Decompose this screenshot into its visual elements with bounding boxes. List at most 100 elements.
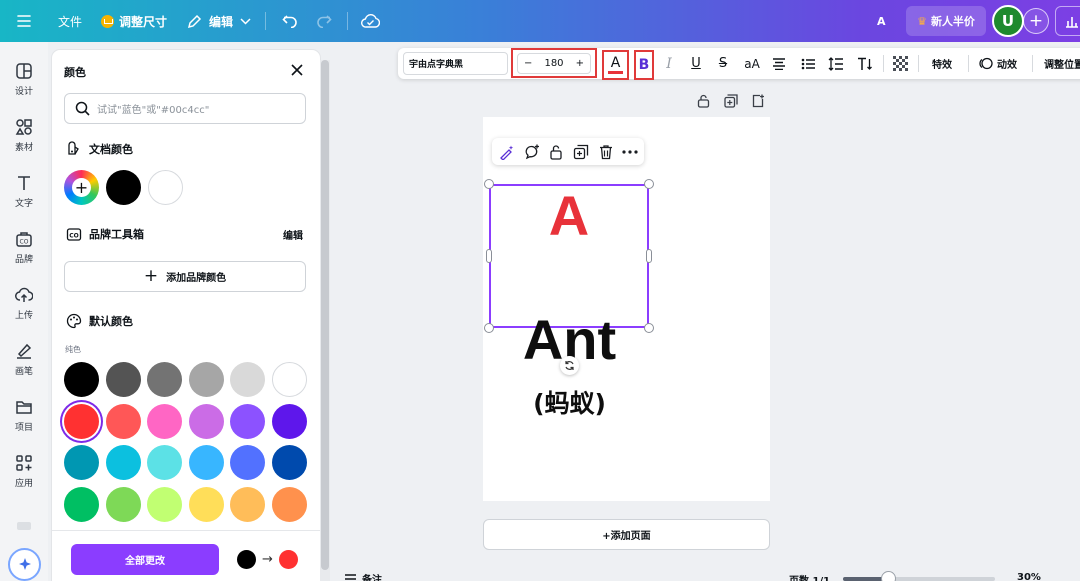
redo-icon[interactable]	[316, 0, 332, 42]
effects-button[interactable]: 特效	[932, 48, 952, 79]
zoom-level[interactable]: 30%	[1017, 572, 1041, 581]
zoom-slider[interactable]	[843, 571, 995, 581]
page-counter[interactable]: 页数 1/1	[789, 572, 830, 581]
rail-item-text[interactable]: 文字	[0, 170, 48, 222]
lock-icon[interactable]	[547, 143, 564, 160]
add-page-icon[interactable]	[751, 94, 765, 110]
menu-icon[interactable]	[17, 0, 31, 42]
resize-button[interactable]: 调整尺寸	[101, 0, 167, 42]
promo-button[interactable]: ♛ 新人半价	[906, 6, 986, 36]
palette-swatch[interactable]	[64, 362, 99, 397]
letter-case-button[interactable]: aA	[742, 48, 762, 79]
palette-swatch[interactable]	[188, 362, 224, 397]
doc-color-swatch[interactable]	[106, 170, 141, 205]
palette-swatch[interactable]	[105, 362, 141, 397]
palette-swatch[interactable]	[271, 486, 307, 522]
magic-edit-icon[interactable]	[498, 143, 515, 160]
palette-swatch[interactable]	[230, 445, 265, 480]
palette-swatch[interactable]	[105, 486, 141, 522]
rail-item-upload[interactable]: 上传	[0, 282, 48, 334]
palette-swatch[interactable]	[64, 486, 99, 522]
line-spacing-icon[interactable]	[827, 48, 845, 79]
ant-chinese-text[interactable]: (蚂蚁)	[483, 384, 656, 420]
rail-item-projects[interactable]: 项目	[0, 394, 48, 446]
side-handle[interactable]	[646, 249, 652, 263]
change-all-button[interactable]: 全部更改	[71, 544, 219, 575]
comment-icon[interactable]	[523, 143, 540, 160]
rail-item-design[interactable]: 设计	[0, 58, 48, 110]
analytics-button[interactable]	[1055, 6, 1080, 36]
rail-item-draw[interactable]: 画笔	[0, 338, 48, 390]
panel-scrollbar[interactable]	[320, 60, 330, 581]
cloud-saved-icon[interactable]	[361, 0, 380, 42]
palette-swatch[interactable]	[147, 403, 182, 439]
add-color-button[interactable]: +	[64, 170, 99, 205]
transparency-icon[interactable]	[892, 48, 908, 79]
palette-swatch[interactable]	[271, 362, 307, 397]
font-badge[interactable]: A	[877, 0, 886, 42]
italic-button[interactable]: I	[661, 48, 677, 79]
palette-swatch[interactable]	[188, 403, 224, 439]
rail-item-apps[interactable]: 应用	[0, 450, 48, 502]
color-search-input[interactable]: 试试"蓝色"或"#00c4cc"	[64, 93, 306, 124]
resize-handle[interactable]	[484, 179, 494, 189]
crown-icon	[101, 14, 114, 28]
add-page-button[interactable]: +添加页面	[483, 519, 770, 550]
position-button[interactable]: 调整位置	[1044, 48, 1080, 79]
side-handle[interactable]	[486, 249, 492, 263]
left-rail: 设计 素材 文字 CO 品牌 上传 画笔 项目 应用	[0, 42, 48, 581]
palette-swatch[interactable]	[147, 362, 182, 397]
palette-swatch[interactable]	[271, 445, 307, 480]
bold-button[interactable]: B	[634, 50, 654, 80]
palette-swatch[interactable]	[147, 445, 182, 480]
magic-button[interactable]	[8, 548, 41, 581]
add-member-button[interactable]: +	[1023, 8, 1049, 34]
palette-swatch[interactable]	[188, 486, 224, 522]
palette-swatch[interactable]	[271, 403, 307, 439]
palette-swatch[interactable]	[64, 403, 99, 439]
search-icon	[75, 101, 90, 116]
add-brand-color-button[interactable]: + 添加品牌颜色	[64, 261, 306, 292]
avatar[interactable]: U	[992, 5, 1024, 37]
palette-swatch[interactable]	[230, 403, 265, 439]
palette-swatch[interactable]	[188, 445, 224, 480]
vertical-text-icon[interactable]	[856, 48, 874, 79]
edit-menu[interactable]: 编辑	[187, 0, 251, 42]
text-color-button[interactable]: A	[602, 50, 629, 80]
doc-color-swatch[interactable]	[148, 170, 183, 205]
strikethrough-button[interactable]: S	[715, 48, 731, 79]
more-options-icon[interactable]	[621, 143, 638, 160]
notes-button[interactable]: 备注	[344, 571, 382, 581]
rotate-handle[interactable]	[560, 356, 579, 375]
resize-handle[interactable]	[644, 179, 654, 189]
palette-swatch[interactable]	[105, 445, 141, 480]
scrollbar-thumb[interactable]	[321, 60, 329, 570]
increase-size-button[interactable]: +	[576, 58, 584, 69]
rail-item-brand[interactable]: CO 品牌	[0, 226, 48, 278]
file-menu[interactable]: 文件	[58, 0, 82, 42]
palette-swatch[interactable]	[64, 445, 99, 480]
duplicate-icon[interactable]	[572, 143, 589, 160]
brand-kit-title: 品牌工具箱	[89, 228, 144, 241]
decrease-size-button[interactable]: −	[524, 58, 532, 69]
rail-item-elements[interactable]: 素材	[0, 114, 48, 166]
brand-edit-link[interactable]: 编辑	[283, 227, 303, 242]
close-icon[interactable]	[289, 62, 305, 78]
palette-swatch[interactable]	[230, 486, 265, 522]
zoom-slider-knob[interactable]	[881, 571, 896, 581]
underline-button[interactable]: U	[688, 48, 704, 79]
trash-icon[interactable]	[597, 143, 614, 160]
palette-swatch[interactable]	[147, 486, 182, 522]
font-size-value[interactable]: 180	[544, 58, 563, 69]
lock-page-icon[interactable]	[697, 94, 710, 110]
bullet-list-icon[interactable]	[800, 48, 816, 79]
palette-swatch[interactable]	[230, 362, 265, 397]
divider	[968, 55, 969, 72]
font-selector[interactable]: 宇由点字典黑	[403, 52, 508, 75]
palette-swatch[interactable]	[105, 403, 141, 439]
align-center-icon[interactable]	[771, 48, 787, 79]
animate-button[interactable]: 动效	[978, 48, 1017, 79]
font-size-stepper[interactable]: − 180 +	[517, 53, 591, 74]
undo-icon[interactable]	[282, 0, 298, 42]
duplicate-page-icon[interactable]	[724, 94, 738, 110]
